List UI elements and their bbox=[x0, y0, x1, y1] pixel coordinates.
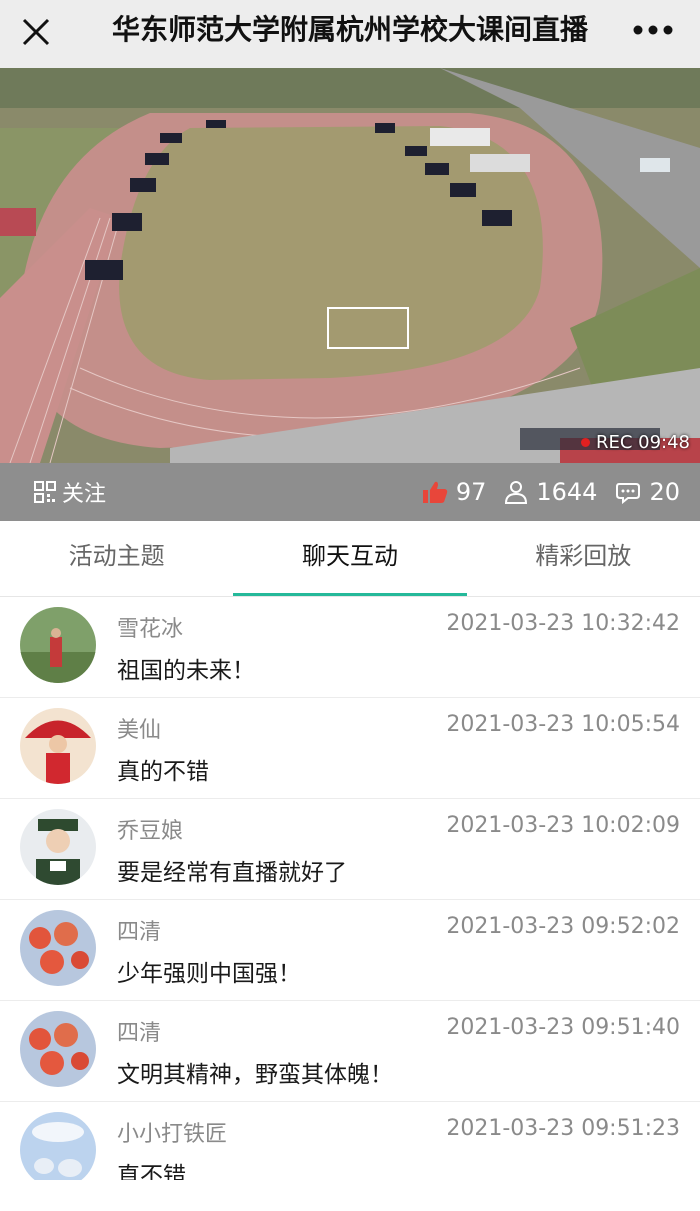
follow-button[interactable]: 关注 bbox=[34, 463, 106, 521]
avatar-image bbox=[20, 910, 96, 986]
avatar-image bbox=[20, 708, 96, 784]
page-title: 华东师范大学附属杭州学校大课间直播 bbox=[111, 13, 588, 46]
message-text: 要是经常有直播就好了 bbox=[117, 860, 347, 886]
list-item: 乔豆娘 2021-03-23 10:02:09 要是经常有直播就好了 bbox=[0, 799, 700, 900]
timestamp: 2021-03-23 10:32:42 bbox=[446, 611, 680, 636]
qr-code-icon bbox=[34, 481, 56, 503]
top-bar: 华东师范大学附属杭州学校大课间直播 bbox=[0, 0, 700, 68]
live-video[interactable]: REC 09:48 bbox=[0, 68, 700, 463]
username: 美仙 bbox=[117, 718, 162, 743]
avatar-image bbox=[20, 607, 96, 683]
avatar-image bbox=[20, 809, 96, 885]
comments-count: 20 bbox=[649, 478, 680, 506]
tab-replay[interactable]: 精彩回放 bbox=[467, 521, 700, 596]
close-icon[interactable] bbox=[18, 14, 54, 50]
likes-count: 97 bbox=[455, 478, 487, 506]
list-item: 四清 2021-03-23 09:51:40 文明其精神，野蛮其体魄！ bbox=[0, 1001, 700, 1102]
chat-list[interactable]: 雪花冰 2021-03-23 10:32:42 祖国的未来！ 美仙 2021-0… bbox=[0, 597, 700, 1180]
rec-indicator: REC 09:48 bbox=[580, 432, 690, 453]
avatar[interactable] bbox=[20, 607, 96, 683]
avatar[interactable] bbox=[20, 1112, 96, 1180]
timestamp: 2021-03-23 10:02:09 bbox=[446, 813, 680, 838]
message-text: 文明其精神，野蛮其体魄！ bbox=[117, 1062, 393, 1088]
bottom-spacer bbox=[0, 1180, 700, 1211]
avatar-image bbox=[20, 1011, 96, 1087]
username: 四清 bbox=[117, 920, 162, 945]
record-dot-icon bbox=[580, 438, 590, 447]
video-frame bbox=[0, 68, 700, 463]
timestamp: 2021-03-23 09:51:40 bbox=[446, 1015, 680, 1040]
avatar[interactable] bbox=[20, 809, 96, 885]
likes-stat[interactable]: 97 bbox=[422, 478, 487, 506]
timestamp: 2021-03-23 09:51:23 bbox=[446, 1116, 680, 1141]
rec-time: REC 09:48 bbox=[595, 432, 690, 453]
username: 四清 bbox=[117, 1021, 162, 1046]
more-dots-icon[interactable] bbox=[628, 12, 678, 48]
message-text: 真的不错 bbox=[117, 759, 209, 785]
avatar[interactable] bbox=[20, 708, 96, 784]
person-icon bbox=[505, 481, 528, 504]
viewers-count: 1644 bbox=[536, 478, 598, 506]
message-text: 少年强则中国强！ bbox=[117, 961, 301, 987]
username: 雪花冰 bbox=[117, 617, 184, 642]
thumbs-up-icon bbox=[422, 481, 448, 503]
message-text: 祖国的未来！ bbox=[117, 658, 255, 684]
timestamp: 2021-03-23 09:52:02 bbox=[446, 914, 680, 939]
stats-bar: 关注 97 1644 20 bbox=[0, 463, 700, 521]
list-item: 四清 2021-03-23 09:52:02 少年强则中国强！ bbox=[0, 900, 700, 1001]
comment-bubble-icon bbox=[616, 483, 641, 504]
timestamp: 2021-03-23 10:05:54 bbox=[446, 712, 680, 737]
list-item: 雪花冰 2021-03-23 10:32:42 祖国的未来！ bbox=[0, 597, 700, 698]
comments-stat[interactable]: 20 bbox=[615, 478, 680, 506]
username: 小小打铁匠 bbox=[117, 1122, 228, 1147]
avatar[interactable] bbox=[20, 910, 96, 986]
avatar[interactable] bbox=[20, 1011, 96, 1087]
list-item: 小小打铁匠 2021-03-23 09:51:23 直不错 bbox=[0, 1102, 700, 1180]
username: 乔豆娘 bbox=[117, 819, 184, 844]
tab-chat[interactable]: 聊天互动 bbox=[233, 521, 467, 596]
stats-group: 97 1644 20 bbox=[422, 463, 680, 521]
tab-activity-theme[interactable]: 活动主题 bbox=[0, 521, 233, 596]
message-text: 直不错 bbox=[117, 1163, 186, 1180]
list-item: 美仙 2021-03-23 10:05:54 真的不错 bbox=[0, 698, 700, 799]
avatar-image bbox=[20, 1112, 96, 1180]
tab-bar: 活动主题 聊天互动 精彩回放 bbox=[0, 521, 700, 597]
follow-label: 关注 bbox=[62, 482, 107, 507]
viewers-stat: 1644 bbox=[504, 478, 597, 506]
